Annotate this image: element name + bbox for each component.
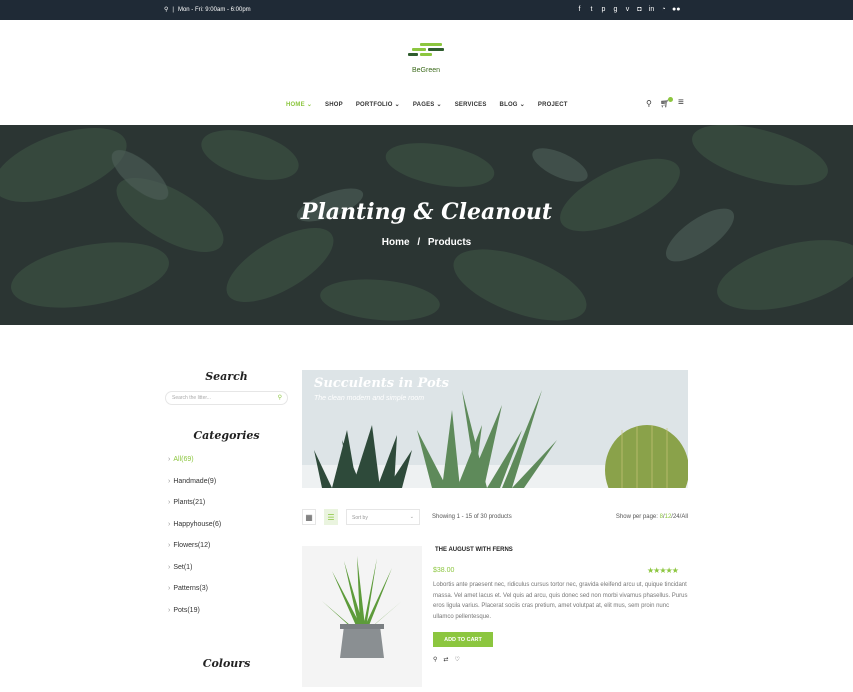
category-item[interactable]: › Plants(21) — [165, 499, 288, 506]
linkedin-icon[interactable]: in — [648, 5, 655, 14]
twitter-icon[interactable]: t — [588, 5, 595, 14]
instagram-icon[interactable]: ◘ — [636, 5, 643, 14]
nav-item-project[interactable]: PROJECT — [538, 101, 568, 108]
product-price: $38.00 — [433, 567, 455, 574]
nav-item-pages[interactable]: PAGES ⌄ — [413, 101, 442, 109]
category-list: › All(69) › Handmade(9) › Plants(21) › Happy… — [165, 456, 288, 614]
category-item[interactable]: › Flowers(12) — [165, 542, 288, 549]
category-item[interactable]: › Set(1) — [165, 564, 288, 571]
per-page-selector: Show per page: 8/12/24/All — [615, 514, 688, 520]
category-item[interactable]: › Patterns(3) — [165, 585, 288, 592]
sidebar: Search Search the litter... ⚲ Categories… — [165, 370, 288, 628]
menu-icon[interactable]: ≡ — [678, 98, 684, 108]
per-page-option[interactable]: 24 — [673, 514, 680, 520]
breadcrumb-current: Products — [427, 237, 472, 248]
breadcrumb-home[interactable]: Home — [382, 237, 410, 248]
cart-badge — [668, 97, 673, 102]
main-nav: HOME ⌄ SHOP PORTFOLIO ⌄ PAGES ⌄ SERVICES BL… — [286, 101, 581, 109]
page-title: Planting & Cleanout — [300, 199, 553, 225]
rating-stars: ★★★★★ — [647, 566, 679, 575]
social-links: f t p g v ◘ in ◔ ●● — [576, 5, 681, 14]
top-bar: ⚲ | Mon - Fri: 9:00am - 6:00pm f t p g v… — [0, 0, 853, 20]
chevron-down-icon: ⌄ — [306, 102, 313, 108]
category-item[interactable]: › Handmade(9) — [165, 478, 288, 485]
search-widget-title: Search — [205, 370, 248, 383]
banner-subtitle: The clean modern and simple room — [314, 395, 425, 402]
facebook-icon[interactable]: f — [576, 5, 583, 14]
category-item[interactable]: › Happyhouse(6) — [165, 521, 288, 528]
sort-select[interactable]: Sort by ⌄ — [346, 509, 420, 525]
search-icon[interactable]: ⚲ — [278, 394, 282, 401]
shop-toolbar: ▦ ☰ Sort by ⌄ Showing 1 - 15 of 30 produ… — [302, 509, 688, 525]
search-icon[interactable]: ⚲ — [646, 99, 652, 108]
nav-item-home[interactable]: HOME ⌄ — [286, 101, 313, 109]
quick-view-icon[interactable]: ⚲ — [433, 656, 437, 663]
chevron-down-icon: ⌄ — [519, 102, 525, 108]
aloe-plant-image — [322, 556, 402, 658]
grid-view-button[interactable]: ▦ — [302, 509, 316, 525]
nav-item-blog[interactable]: BLOG ⌄ — [500, 101, 525, 109]
category-item[interactable]: › All(69) — [165, 456, 288, 463]
per-page-option[interactable]: 12 — [665, 514, 672, 520]
nav-item-services[interactable]: SERVICES — [455, 101, 487, 108]
logo-mark — [406, 42, 446, 60]
categories-widget-title: Categories — [193, 429, 260, 442]
add-to-cart-button[interactable]: ADD TO CART — [433, 632, 493, 647]
top-bar-info: ⚲ | Mon - Fri: 9:00am - 6:00pm — [164, 6, 251, 14]
list-view-button[interactable]: ☰ — [324, 509, 338, 525]
logo-text: BeGreen — [411, 67, 441, 74]
chevron-down-icon: ⌄ — [409, 514, 414, 520]
product-image[interactable] — [302, 546, 422, 687]
product-actions: ⚲ ⇄ ♡ — [433, 656, 460, 663]
search-input[interactable]: Search the litter... ⚲ — [165, 391, 288, 405]
results-count: Showing 1 - 15 of 30 products — [432, 514, 512, 520]
compare-icon[interactable]: ⇄ — [443, 656, 448, 663]
chevron-down-icon: ⌄ — [394, 102, 400, 108]
rss-icon[interactable]: ◔ — [660, 5, 667, 14]
banner-title: Succulents in Pots — [314, 376, 449, 391]
vimeo-icon[interactable]: v — [624, 5, 631, 14]
grid-icon: ▦ — [305, 512, 313, 522]
search-icon[interactable]: ⚲ — [164, 6, 168, 13]
category-item[interactable]: › Pots(19) — [165, 607, 288, 614]
promo-banner[interactable]: Succulents in Pots The clean modern and … — [302, 370, 688, 488]
per-page-option[interactable]: All — [681, 514, 688, 520]
nav-item-shop[interactable]: SHOP — [325, 101, 343, 108]
per-page-option[interactable]: 8 — [660, 514, 663, 520]
hero-banner: Planting & Cleanout Home / Products — [0, 125, 853, 325]
list-icon: ☰ — [327, 512, 335, 522]
nav-actions: ⚲ 🛒︎ ≡ — [646, 98, 684, 109]
pinterest-icon[interactable]: p — [600, 5, 607, 14]
business-hours: Mon - Fri: 9:00am - 6:00pm — [177, 6, 251, 13]
nav-item-portfolio[interactable]: PORTFOLIO ⌄ — [356, 101, 400, 109]
breadcrumb: Home / Products — [381, 237, 472, 248]
colours-widget-title: Colours — [202, 657, 251, 670]
wishlist-icon[interactable]: ♡ — [454, 656, 459, 663]
flickr-icon[interactable]: ●● — [672, 5, 680, 14]
google-plus-icon[interactable]: g — [612, 5, 619, 14]
chevron-down-icon: ⌄ — [436, 102, 442, 108]
site-logo[interactable]: BeGreen — [406, 42, 446, 74]
product-title[interactable]: THE AUGUST WITH FERNS — [435, 547, 513, 553]
product-description: Lobortis ante praesent nec, ridiculus cu… — [433, 582, 688, 620]
